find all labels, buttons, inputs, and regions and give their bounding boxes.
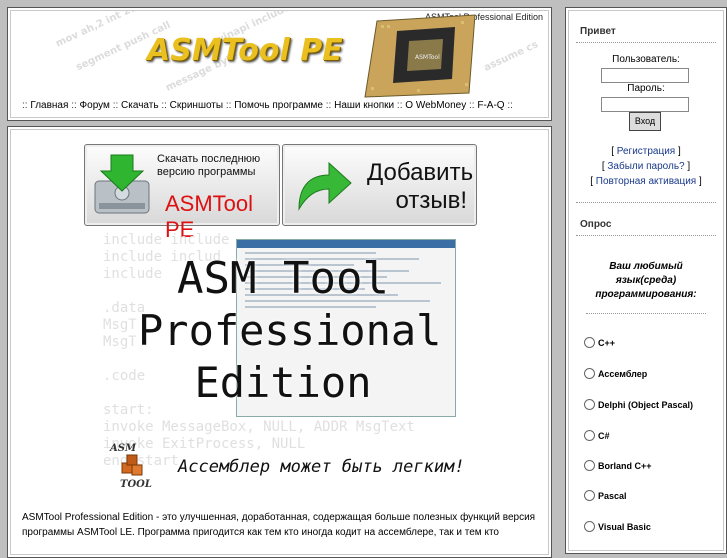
sidebar: Привет Пользователь: Пароль: Вход [ Реги… [565, 7, 727, 554]
asmtool-mini-logo: ASM TOOL [108, 443, 160, 491]
cubes-icon [121, 454, 143, 476]
slogan: Ассемблер может быть легким! [178, 457, 465, 477]
radio-button[interactable] [584, 521, 595, 532]
chip-label: ASMTool [415, 54, 440, 61]
poll-option-label: Borland C++ [598, 461, 652, 471]
login-button[interactable]: Вход [629, 112, 661, 131]
divider [576, 235, 716, 236]
poll-option[interactable]: C++ [584, 337, 615, 348]
download-cta-text: Скачать последнюю версию программы [157, 153, 260, 179]
poll-option-label: Delphi (Object Pascal) [598, 400, 694, 410]
poll-option[interactable]: Borland C++ [584, 460, 652, 471]
mini-logo-bottom: TOOL [120, 479, 152, 490]
poll-option-label: Pascal [598, 491, 627, 501]
poll-title: Опрос [580, 219, 612, 230]
logo-text: ASMTool PE [147, 33, 343, 68]
divider [586, 313, 706, 314]
password-input[interactable] [601, 97, 689, 112]
radio-button[interactable] [584, 460, 595, 471]
hard-drive-download-icon [94, 154, 150, 214]
password-label: Пароль: [627, 83, 665, 94]
nav-download[interactable]: Скачать [121, 100, 159, 111]
poll-option[interactable]: Visual Basic [584, 521, 651, 532]
review-cta-line2: отзыв! [395, 187, 467, 214]
nav-our-buttons[interactable]: Наши кнопки [334, 100, 394, 111]
product-title: ASM Tool Professional Edition [138, 253, 442, 409]
divider [576, 202, 716, 203]
reactivation-row: [ Повторная активация ] [590, 176, 702, 187]
radio-button[interactable] [584, 430, 595, 441]
radio-button[interactable] [584, 337, 595, 348]
arrow-forward-icon [298, 161, 352, 211]
main-nav: :: Главная :: Форум :: Скачать :: Скринш… [22, 100, 513, 111]
review-cta-line1: Добавить [367, 159, 474, 186]
register-link[interactable]: Регистрация [617, 146, 675, 157]
poll-option[interactable]: Pascal [584, 490, 627, 501]
poll-option-label: C# [598, 431, 610, 441]
poll-option[interactable]: C# [584, 430, 610, 441]
header: mov ah,2 int 21h segment push call messa… [7, 7, 552, 121]
forgot-password-link[interactable]: Забыли пароль? [607, 161, 684, 172]
cpu-chip-image: ASMTool [364, 14, 476, 98]
review-cta-text: Добавить отзыв! [367, 159, 474, 215]
username-label: Пользователь: [612, 54, 680, 65]
divider [576, 42, 716, 43]
product-title-line2: Professional [138, 306, 442, 355]
greeting-title: Привет [580, 26, 616, 37]
poll-option-label: C++ [598, 338, 616, 348]
username-input[interactable] [601, 68, 689, 83]
poll-option-label: Ассемблер [598, 369, 648, 379]
radio-button[interactable] [584, 368, 595, 379]
radio-button[interactable] [584, 399, 595, 410]
nav-faq[interactable]: F-A-Q [477, 100, 504, 111]
radio-button[interactable] [584, 490, 595, 501]
poll-question: Ваш любимый язык(среда) программирования… [595, 261, 697, 300]
site-banner[interactable]: mov ah,2 int 21h segment push call messa… [12, 11, 547, 101]
main-content: Скачать последнюю версию программы ASMTo… [7, 126, 552, 558]
product-description: ASMTool Professional Edition - это улучш… [22, 512, 536, 538]
poll-option[interactable]: Delphi (Object Pascal) [584, 399, 693, 410]
product-title-line3: Edition [194, 358, 372, 407]
poll-option-label: Visual Basic [598, 522, 651, 532]
add-review-button[interactable]: Добавить отзыв! [282, 144, 477, 226]
forgot-password-row: [ Забыли пароль? ] [601, 161, 691, 172]
product-title-line1: ASM Tool [177, 253, 389, 304]
nav-about-webmoney[interactable]: О WebMoney [405, 100, 466, 111]
reactivation-link[interactable]: Повторная активация [596, 176, 696, 187]
download-latest-button[interactable]: Скачать последнюю версию программы ASMTo… [84, 144, 280, 242]
nav-help-program[interactable]: Помочь программе [234, 100, 323, 111]
nav-forum[interactable]: Форум [80, 100, 110, 111]
register-link-row: [ Регистрация ] [611, 146, 681, 157]
download-cta-line2: версию программы [157, 166, 256, 178]
poll-option[interactable]: Ассемблер [584, 368, 647, 379]
download-cta-line1: Скачать последнюю [157, 153, 261, 165]
nav-screenshots[interactable]: Скриншоты [170, 100, 223, 111]
nav-home[interactable]: Главная [30, 100, 68, 111]
